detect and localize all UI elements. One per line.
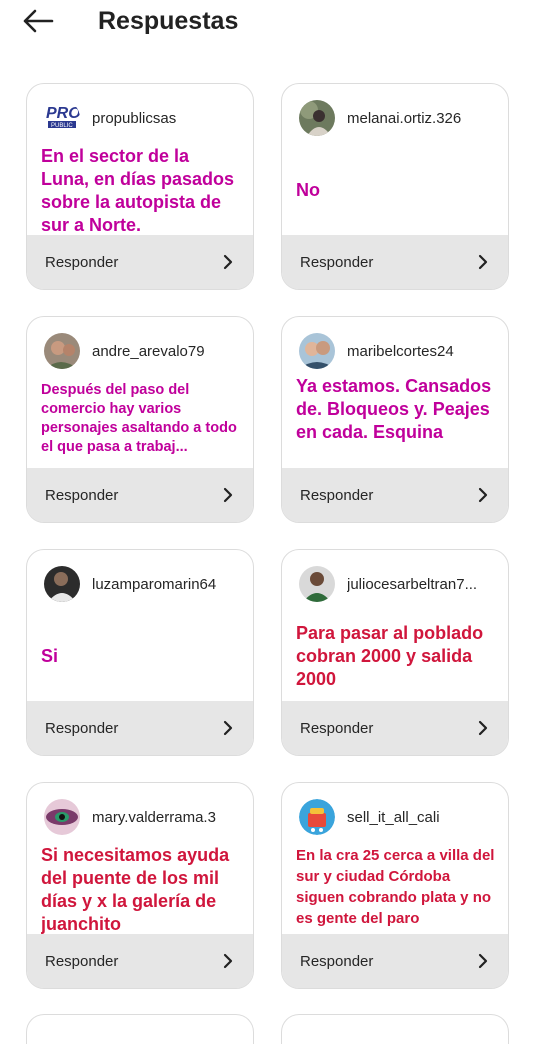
- response-text-value: Ya estamos. Cansados de. Bloqueos y. Pea…: [296, 376, 492, 442]
- card-user[interactable]: mary.valderrama.3: [44, 798, 216, 836]
- response-card: PRO PUBLIC propublicsas En el sector de …: [26, 83, 254, 290]
- reply-button[interactable]: Responder: [282, 701, 508, 755]
- reply-button[interactable]: Responder: [27, 468, 253, 522]
- response-card: maribelcortes24 Ya estamos. Cansados de.…: [281, 316, 509, 523]
- response-card-partial: [26, 1014, 254, 1044]
- reply-label: Responder: [45, 719, 119, 737]
- reply-button[interactable]: Responder: [282, 468, 508, 522]
- username[interactable]: melanai.ortiz.326: [347, 110, 461, 127]
- avatar[interactable]: [299, 566, 335, 602]
- person-photo-icon: [299, 566, 335, 602]
- chevron-right-icon: [220, 254, 236, 270]
- response-text: Si necesitamos ayuda del puente de los m…: [41, 841, 241, 938]
- reply-label: Responder: [45, 253, 119, 271]
- chevron-right-icon: [475, 254, 491, 270]
- reply-button[interactable]: Responder: [27, 701, 253, 755]
- response-text-value: Después del paso del comercio hay varios…: [41, 382, 237, 455]
- response-text-value: No: [296, 180, 320, 200]
- reply-label: Responder: [45, 486, 119, 504]
- username[interactable]: juliocesarbeltran7...: [347, 576, 477, 593]
- avatar[interactable]: PRO PUBLIC: [44, 100, 80, 136]
- response-text: En el sector de la Luna, en días pasados…: [41, 142, 241, 239]
- response-text: No: [296, 142, 496, 239]
- reply-label: Responder: [300, 719, 374, 737]
- person-photo-icon: [299, 333, 335, 369]
- username[interactable]: maribelcortes24: [347, 343, 454, 360]
- card-user[interactable]: maribelcortes24: [299, 332, 454, 370]
- reply-label: Responder: [300, 952, 374, 970]
- chevron-right-icon: [220, 487, 236, 503]
- card-user[interactable]: melanai.ortiz.326: [299, 99, 461, 137]
- chevron-right-icon: [475, 720, 491, 736]
- chevron-right-icon: [475, 487, 491, 503]
- card-user[interactable]: andre_arevalo79: [44, 332, 205, 370]
- person-photo-icon: [44, 566, 80, 602]
- response-text: Después del paso del comercio hay varios…: [41, 375, 241, 472]
- response-text-value: En la cra 25 cerca a villa del sur y ciu…: [296, 847, 495, 927]
- reply-label: Responder: [45, 952, 119, 970]
- username[interactable]: andre_arevalo79: [92, 343, 205, 360]
- response-card: sell_it_all_cali En la cra 25 cerca a vi…: [281, 782, 509, 989]
- reply-button[interactable]: Responder: [282, 934, 508, 988]
- person-photo-icon: [44, 799, 80, 835]
- response-card: mary.valderrama.3 Si necesitamos ayuda d…: [26, 782, 254, 989]
- response-card: luzamparomarin64 Si Responder: [26, 549, 254, 756]
- response-text-value: Si: [41, 646, 59, 666]
- response-card: andre_arevalo79 Después del paso del com…: [26, 316, 254, 523]
- avatar[interactable]: [299, 100, 335, 136]
- responses-grid: PRO PUBLIC propublicsas En el sector de …: [0, 0, 535, 1044]
- chevron-right-icon: [475, 953, 491, 969]
- propublicsas-logo-icon: PRO PUBLIC: [44, 100, 80, 136]
- response-text-value: Si necesitamos ayuda del puente de los m…: [41, 844, 230, 934]
- response-card: melanai.ortiz.326 No Responder: [281, 83, 509, 290]
- person-photo-icon: [299, 100, 335, 136]
- svg-text:PUBLIC: PUBLIC: [51, 123, 73, 129]
- svg-text:PRO: PRO: [46, 105, 80, 122]
- username[interactable]: propublicsas: [92, 110, 176, 127]
- response-card-partial: [281, 1014, 509, 1044]
- response-text: En la cra 25 cerca a villa del sur y ciu…: [296, 841, 496, 938]
- card-user[interactable]: PRO PUBLIC propublicsas: [44, 99, 176, 137]
- card-user[interactable]: luzamparomarin64: [44, 565, 216, 603]
- reply-button[interactable]: Responder: [282, 235, 508, 289]
- avatar[interactable]: [44, 566, 80, 602]
- response-text-value: En el sector de la Luna, en días pasados…: [41, 145, 235, 235]
- response-text-value: Para pasar al poblado cobran 2000 y sali…: [296, 623, 484, 689]
- response-text: Si: [41, 608, 241, 705]
- username[interactable]: luzamparomarin64: [92, 576, 216, 593]
- person-photo-icon: [44, 333, 80, 369]
- chevron-right-icon: [220, 720, 236, 736]
- reply-button[interactable]: Responder: [27, 235, 253, 289]
- reply-button[interactable]: Responder: [27, 934, 253, 988]
- response-text: Para pasar al poblado cobran 2000 y sali…: [296, 608, 496, 705]
- reply-label: Responder: [300, 486, 374, 504]
- shop-logo-icon: [299, 799, 335, 835]
- reply-label: Responder: [300, 253, 374, 271]
- response-text: Ya estamos. Cansados de. Bloqueos y. Pea…: [296, 375, 496, 472]
- chevron-right-icon: [220, 953, 236, 969]
- avatar[interactable]: [44, 333, 80, 369]
- card-user[interactable]: juliocesarbeltran7...: [299, 565, 477, 603]
- response-card: juliocesarbeltran7... Para pasar al pobl…: [281, 549, 509, 756]
- avatar[interactable]: [299, 799, 335, 835]
- username[interactable]: sell_it_all_cali: [347, 809, 440, 826]
- username[interactable]: mary.valderrama.3: [92, 809, 216, 826]
- card-user[interactable]: sell_it_all_cali: [299, 798, 440, 836]
- avatar[interactable]: [44, 799, 80, 835]
- avatar[interactable]: [299, 333, 335, 369]
